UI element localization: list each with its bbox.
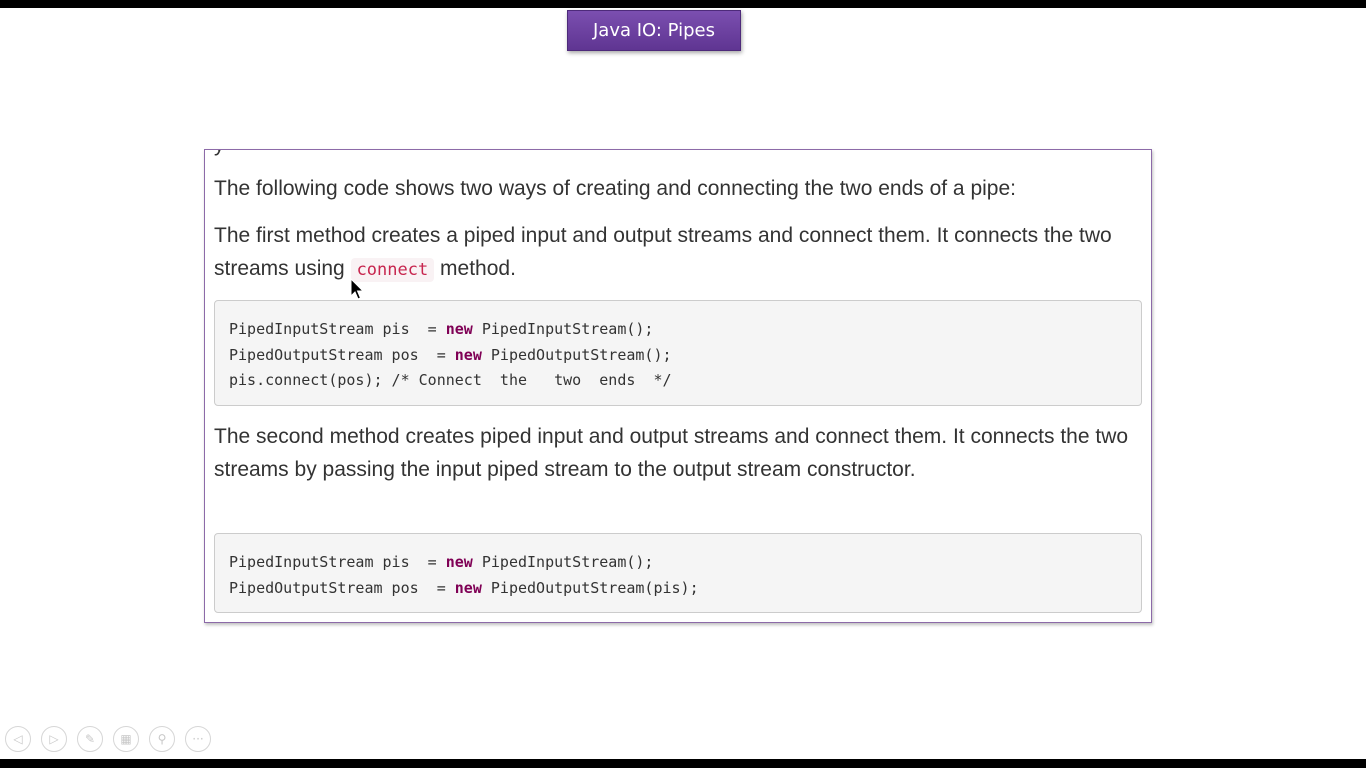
slide-title: Java IO: Pipes bbox=[567, 10, 741, 51]
pen-icon: ✎ bbox=[84, 732, 96, 746]
code-text: PipedOutputStream pos = bbox=[229, 345, 455, 364]
slides-icon: ▦ bbox=[120, 732, 132, 746]
code-keyword: new bbox=[454, 578, 482, 597]
content-frame: y The following code shows two ways of c… bbox=[204, 149, 1152, 623]
slideshow-toolbar: ◁ ▷ ✎ ▦ ⚲ ··· bbox=[5, 726, 211, 752]
zoom-icon: ⚲ bbox=[157, 732, 167, 746]
method1-text-before: The first method creates a piped input a… bbox=[214, 224, 1112, 280]
code-text: PipedInputStream(); bbox=[472, 320, 654, 338]
mouse-cursor-icon bbox=[350, 278, 365, 300]
code-block-method2: PipedInputStream pis = new PipedInputStr… bbox=[214, 533, 1142, 613]
previous-icon: ◁ bbox=[13, 732, 23, 746]
next-icon: ▷ bbox=[49, 732, 59, 746]
code-text: PipedOutputStream pos = bbox=[229, 578, 455, 597]
method2-paragraph: The second method creates piped input an… bbox=[214, 425, 1129, 481]
pen-tool-button[interactable]: ✎ bbox=[77, 726, 103, 752]
method1-paragraph: The first method creates a piped input a… bbox=[214, 219, 1134, 287]
see-all-slides-button[interactable]: ▦ bbox=[113, 726, 139, 752]
intro-paragraph: The following code shows two ways of cre… bbox=[214, 177, 1016, 200]
code-text: PipedInputStream pis = bbox=[229, 320, 446, 338]
more-options-button[interactable]: ··· bbox=[185, 726, 211, 752]
zoom-button[interactable]: ⚲ bbox=[149, 726, 175, 752]
code-line: PipedInputStream pis = new PipedInputStr… bbox=[229, 320, 653, 338]
code-text: PipedInputStream pis = bbox=[229, 553, 446, 571]
code-keyword: new bbox=[445, 553, 473, 571]
next-slide-button[interactable]: ▷ bbox=[41, 726, 67, 752]
bottom-black-bar bbox=[0, 759, 1366, 768]
code-text: PipedOutputStream(); bbox=[481, 345, 672, 364]
code-text: PipedOutputStream(pis); bbox=[481, 578, 699, 597]
code-line: PipedInputStream pis = new PipedInputStr… bbox=[229, 553, 653, 571]
code-line: pis.connect(pos); /* Connect the two end… bbox=[229, 371, 672, 389]
code-block-method1: PipedInputStream pis = new PipedInputStr… bbox=[214, 300, 1142, 406]
code-keyword: new bbox=[454, 345, 482, 364]
code-line: PipedOutputStream pos = new PipedOutputS… bbox=[229, 346, 672, 364]
clipped-text: y bbox=[214, 150, 225, 157]
previous-slide-button[interactable]: ◁ bbox=[5, 726, 31, 752]
code-line: PipedOutputStream pos = new PipedOutputS… bbox=[229, 579, 699, 597]
top-black-bar bbox=[0, 0, 1366, 8]
method1-text-after: method. bbox=[434, 257, 516, 280]
code-text: PipedInputStream(); bbox=[472, 553, 654, 571]
more-icon: ··· bbox=[192, 732, 204, 746]
code-keyword: new bbox=[445, 320, 473, 338]
